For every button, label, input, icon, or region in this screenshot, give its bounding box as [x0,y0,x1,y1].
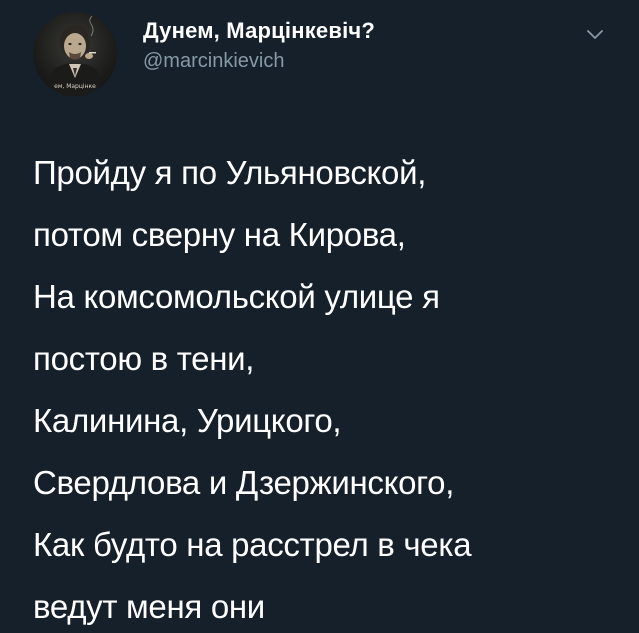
avatar[interactable]: ем, Марцінке [33,12,117,96]
tweet-line: постою в тени, [33,340,255,377]
chevron-down-icon[interactable] [584,23,606,45]
tweet-line: Свердлова и Дзержинского, [33,464,455,501]
tweet-line: Калинина, Урицкого, [33,402,342,439]
tweet-line: На комсомольской улице я [33,278,440,315]
avatar-caption: ем, Марцінке [54,83,96,90]
tweet: ем, Марцінке Дунем, Марцінкевіч? @marcin… [0,0,639,633]
tweet-header: ем, Марцінке Дунем, Марцінкевіч? @marcin… [0,0,639,100]
author-display-name[interactable]: Дунем, Марцінкевіч? [143,18,375,44]
author-handle[interactable]: @marcinkievich [143,50,284,73]
tweet-line: ведут меня они [33,588,265,625]
tweet-line: Пройду я по Ульяновской, [33,154,427,191]
tweet-text: Пройду я по Ульяновской, потом сверну на… [33,142,623,633]
tweet-line: потом сверну на Кирова, [33,216,406,253]
tweet-line: Как будто на расстрел в чека [33,526,472,563]
